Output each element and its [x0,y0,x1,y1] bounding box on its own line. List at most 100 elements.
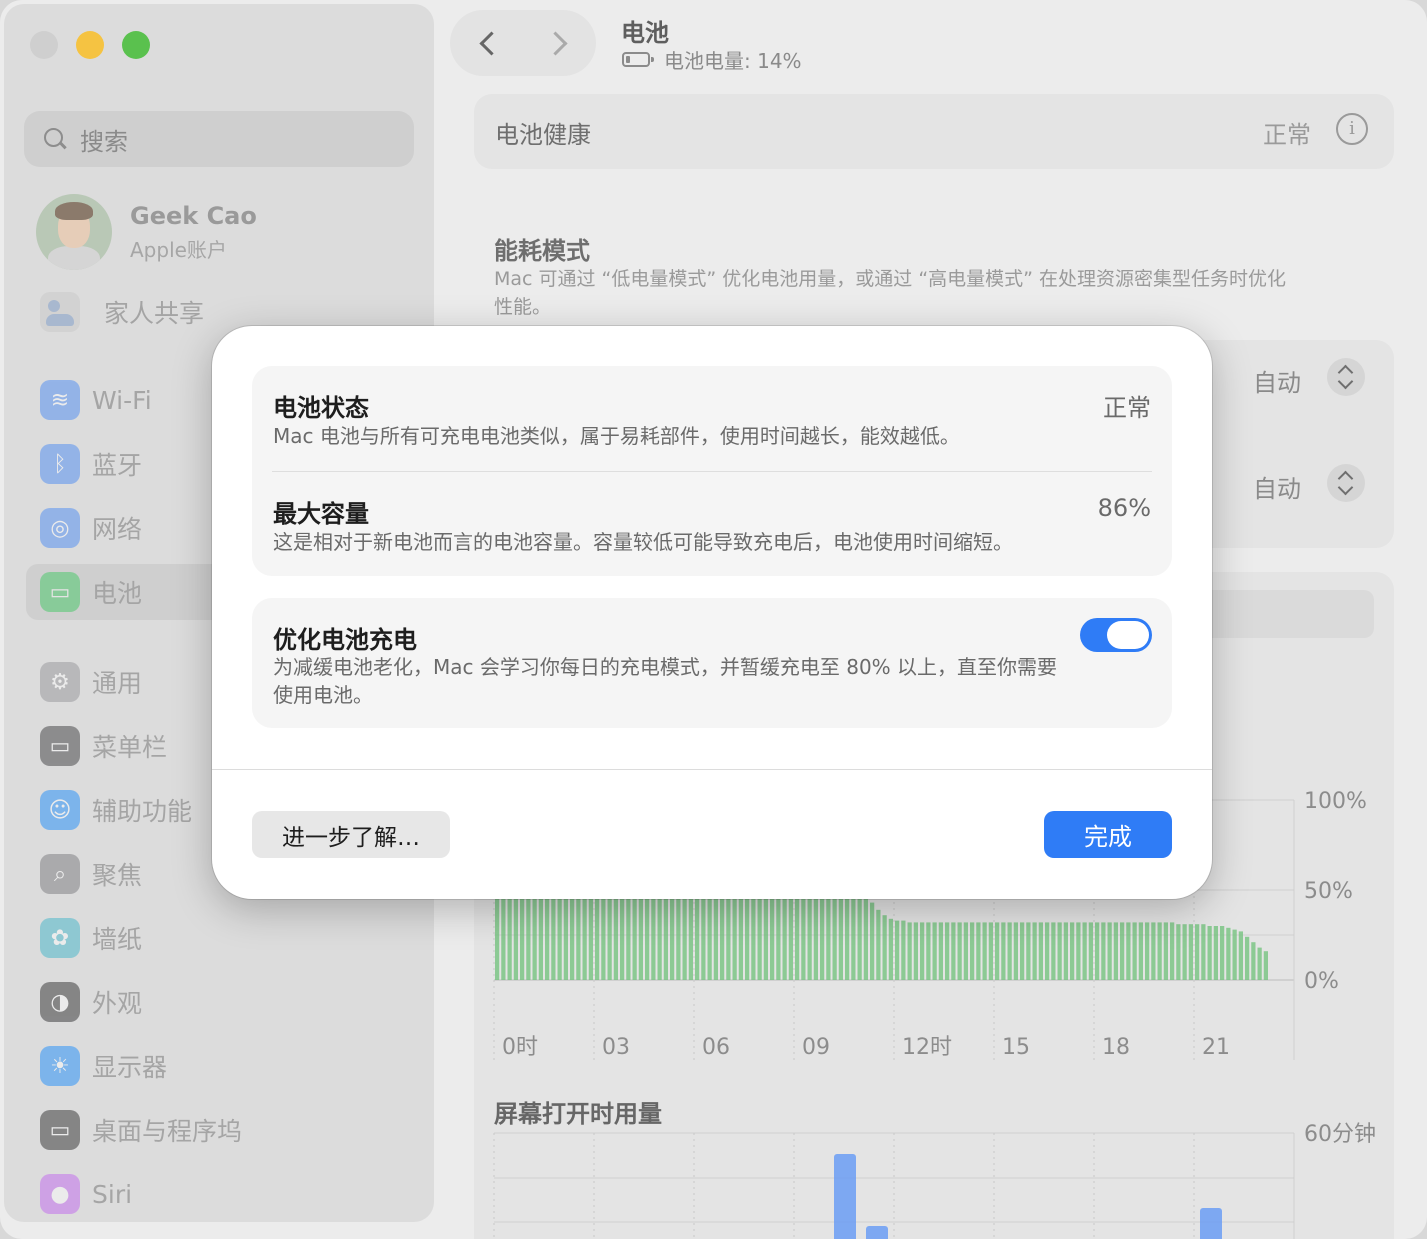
battery-level-bar [1076,922,1081,980]
battery-level-bar [751,899,756,980]
battery-level-bar [895,920,900,980]
battery-level-bar [801,899,806,980]
optimize-charging-title: 优化电池充电 [273,626,417,654]
divider [272,471,1152,472]
battery-level-bar [795,899,800,980]
battery-level-bar [826,899,831,980]
battery-level-bar [1045,922,1050,980]
battery-level-bar [601,899,606,980]
screen-usage-bar [866,1226,888,1239]
battery-level-bar [1226,927,1231,980]
battery-level-bar [1207,926,1212,980]
battery-level-bar [920,922,925,980]
battery-status-description: Mac 电池与所有可充电电池类似，属于易耗部件，使用时间越长，能效越低。 [273,424,960,448]
battery-level-bar [907,922,912,980]
battery-level-bar [926,922,931,980]
battery-level-bar [1170,922,1175,980]
battery-level-bar [1057,922,1062,980]
battery-level-bar [620,899,625,980]
battery-level-bar [901,920,906,980]
optimize-charging-toggle[interactable] [1080,618,1152,652]
battery-level-bar [857,899,862,980]
battery-level-bar [1132,922,1137,980]
battery-level-bar [645,899,650,980]
battery-level-bar [1120,922,1125,980]
battery-level-bar [576,899,581,980]
battery-level-bar [1176,924,1181,980]
optimize-charging-description: 为减缓电池老化，Mac 会学习你每日的充电模式，并暂缓充电至 80% 以上，直至… [273,655,1058,707]
battery-level-bar [945,922,950,980]
battery-level-bar [613,899,618,980]
battery-level-bar [770,899,775,980]
x-tick-label: 03 [602,1035,630,1060]
battery-level-bar [970,922,975,980]
battery-level-bar [982,922,987,980]
battery-level-bar [526,899,531,980]
y-tick-label: 50% [1304,879,1353,904]
battery-level-bar [532,899,537,980]
battery-level-bar [1232,929,1237,980]
battery-level-bar [963,922,968,980]
battery-level-bar [1088,922,1093,980]
battery-level-bar [1238,931,1243,980]
battery-level-bar [995,922,1000,980]
battery-level-bar [882,915,887,980]
y-tick-label: 0% [1304,969,1339,994]
battery-level-bar [1095,922,1100,980]
battery-level-bar [1126,922,1131,980]
battery-level-bar [1188,924,1193,980]
x-tick-label: 21 [1202,1035,1230,1060]
battery-level-bar [657,899,662,980]
battery-level-bar [513,899,518,980]
y-tick-label: 60分钟 [1304,1122,1376,1147]
battery-level-bar [570,899,575,980]
battery-level-bar [988,922,993,980]
battery-level-bar [776,899,781,980]
battery-level-bar [1201,924,1206,980]
settings-window: 搜索 Geek Cao Apple账户 家人共享 ≋ Wi-Fi ᛒ 蓝牙 ◎ 网络 ▭ 电池… [0,0,1427,1239]
battery-level-bar [1263,951,1268,980]
battery-level-bar [782,899,787,980]
battery-level-bar [607,899,612,980]
battery-level-bar [538,899,543,980]
divider [212,769,1212,770]
battery-level-bar [545,899,550,980]
learn-more-button[interactable]: 进一步了解… [252,811,450,858]
battery-level-bar [507,899,512,980]
battery-level-bar [1007,922,1012,980]
x-tick-label: 12时 [902,1035,952,1060]
battery-level-bar [1220,926,1225,980]
battery-level-bar [807,899,812,980]
battery-level-bar [763,899,768,980]
done-button[interactable]: 完成 [1044,811,1172,858]
battery-level-bar [813,899,818,980]
battery-level-bar [1138,922,1143,980]
battery-level-bar [588,899,593,980]
x-tick-label: 0时 [502,1035,538,1060]
screen-usage-title: 屏幕打开时用量 [494,1100,662,1128]
battery-level-bar [682,899,687,980]
battery-level-bar [913,922,918,980]
battery-level-bar [638,899,643,980]
battery-level-bar [863,899,868,980]
battery-level-bar [695,899,700,980]
battery-level-bar [551,899,556,980]
battery-level-bar [1070,922,1075,980]
x-tick-label: 06 [702,1035,730,1060]
optimize-charging-group: 优化电池充电 为减缓电池老化，Mac 会学习你每日的充电模式，并暂缓充电至 80… [252,598,1172,728]
battery-level-bar [651,899,656,980]
max-capacity-value: 86% [1097,494,1151,522]
screen-usage-bar [834,1154,856,1239]
battery-level-bar [1145,922,1150,980]
battery-level-bar [495,899,500,980]
battery-level-bar [1082,922,1087,980]
battery-level-bar [1101,922,1106,980]
battery-level-bar [726,899,731,980]
battery-level-bar [1157,922,1162,980]
battery-level-bar [1195,924,1200,980]
battery-level-bar [732,899,737,980]
battery-level-bar [713,899,718,980]
battery-level-bar [663,899,668,980]
max-capacity-title: 最大容量 [273,500,369,528]
battery-level-bar [1032,922,1037,980]
